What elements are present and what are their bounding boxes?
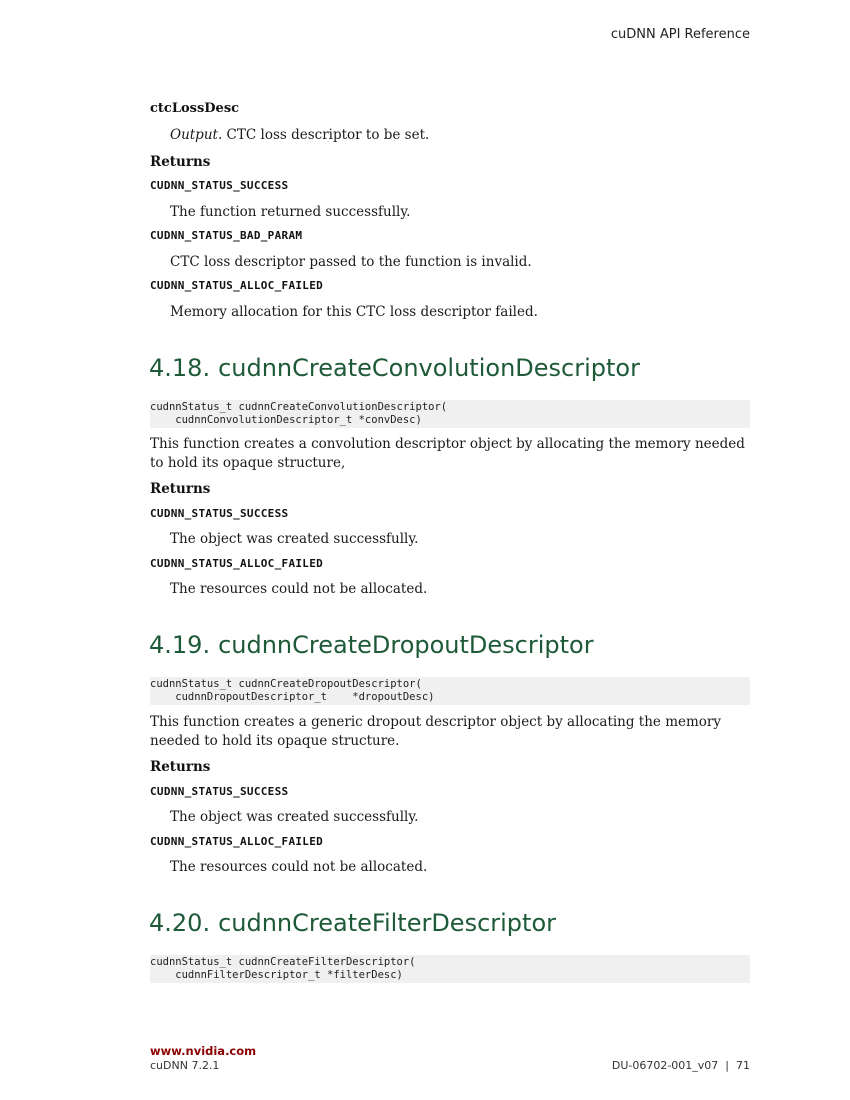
section-heading: 4.19. cudnnCreateDropoutDescriptor xyxy=(149,631,594,659)
status-code: CUDNN_STATUS_BAD_PARAM xyxy=(150,229,303,242)
status-code: CUDNN_STATUS_SUCCESS xyxy=(150,179,289,192)
status-description: The object was created successfully. xyxy=(170,809,419,825)
status-code: CUDNN_STATUS_ALLOC_FAILED xyxy=(150,557,324,570)
status-code: CUDNN_STATUS_SUCCESS xyxy=(150,507,289,520)
section-description: This function creates a generic dropout … xyxy=(150,714,722,749)
code-block: cudnnStatus_t cudnnCreateConvolutionDesc… xyxy=(150,400,750,428)
section-heading: 4.20. cudnnCreateFilterDescriptor xyxy=(149,909,556,937)
returns-heading: Returns xyxy=(150,481,211,497)
status-code: CUDNN_STATUS_SUCCESS xyxy=(150,785,289,798)
code-line: cudnnStatus_t cudnnCreateConvolutionDesc… xyxy=(150,401,448,413)
running-header: cuDNN API Reference xyxy=(610,27,750,42)
code-line: cudnnStatus_t cudnnCreateFilterDescripto… xyxy=(150,956,416,968)
code-block: cudnnStatus_t cudnnCreateDropoutDescript… xyxy=(150,677,750,705)
param-description: Output. CTC loss descriptor to be set. xyxy=(170,126,429,145)
returns-heading: Returns xyxy=(150,154,211,170)
code-block: cudnnStatus_t cudnnCreateFilterDescripto… xyxy=(150,955,750,983)
code-line: cudnnFilterDescriptor_t *filterDesc) xyxy=(150,968,403,981)
section-number: 4.18. xyxy=(149,354,211,382)
status-code: CUDNN_STATUS_ALLOC_FAILED xyxy=(150,279,324,292)
status-description: Memory allocation for this CTC loss desc… xyxy=(170,304,538,320)
param-name: ctcLossDesc xyxy=(150,101,240,116)
param-desc-text: CTC loss descriptor to be set. xyxy=(222,127,430,143)
section-number: 4.20. xyxy=(149,909,211,937)
section-number: 4.19. xyxy=(149,631,211,659)
section-title: cudnnCreateConvolutionDescriptor xyxy=(218,354,640,382)
status-code: CUDNN_STATUS_ALLOC_FAILED xyxy=(150,835,324,848)
status-description: The resources could not be allocated. xyxy=(170,859,428,875)
section-heading: 4.18. cudnnCreateConvolutionDescriptor xyxy=(149,354,640,382)
code-line: cudnnConvolutionDescriptor_t *convDesc) xyxy=(150,413,422,426)
section-title: cudnnCreateFilterDescriptor xyxy=(218,909,556,937)
code-line: cudnnStatus_t cudnnCreateDropoutDescript… xyxy=(150,678,422,690)
footer-product-version: cuDNN 7.2.1 xyxy=(150,1059,220,1072)
param-direction: Output. xyxy=(170,127,223,143)
section-title: cudnnCreateDropoutDescriptor xyxy=(218,631,594,659)
footer-doc-id-page-number: DU-06702-001_v07 | 71 xyxy=(611,1059,750,1072)
status-description: The object was created successfully. xyxy=(170,531,419,547)
code-line: cudnnDropoutDescriptor_t *dropoutDesc) xyxy=(150,690,435,703)
footer-website-link[interactable]: www.nvidia.com xyxy=(150,1044,256,1058)
status-description: The function returned successfully. xyxy=(170,204,411,220)
section-description: This function creates a convolution desc… xyxy=(150,436,745,471)
returns-heading: Returns xyxy=(150,759,211,775)
status-description: CTC loss descriptor passed to the functi… xyxy=(170,254,532,270)
status-description: The resources could not be allocated. xyxy=(170,581,428,597)
